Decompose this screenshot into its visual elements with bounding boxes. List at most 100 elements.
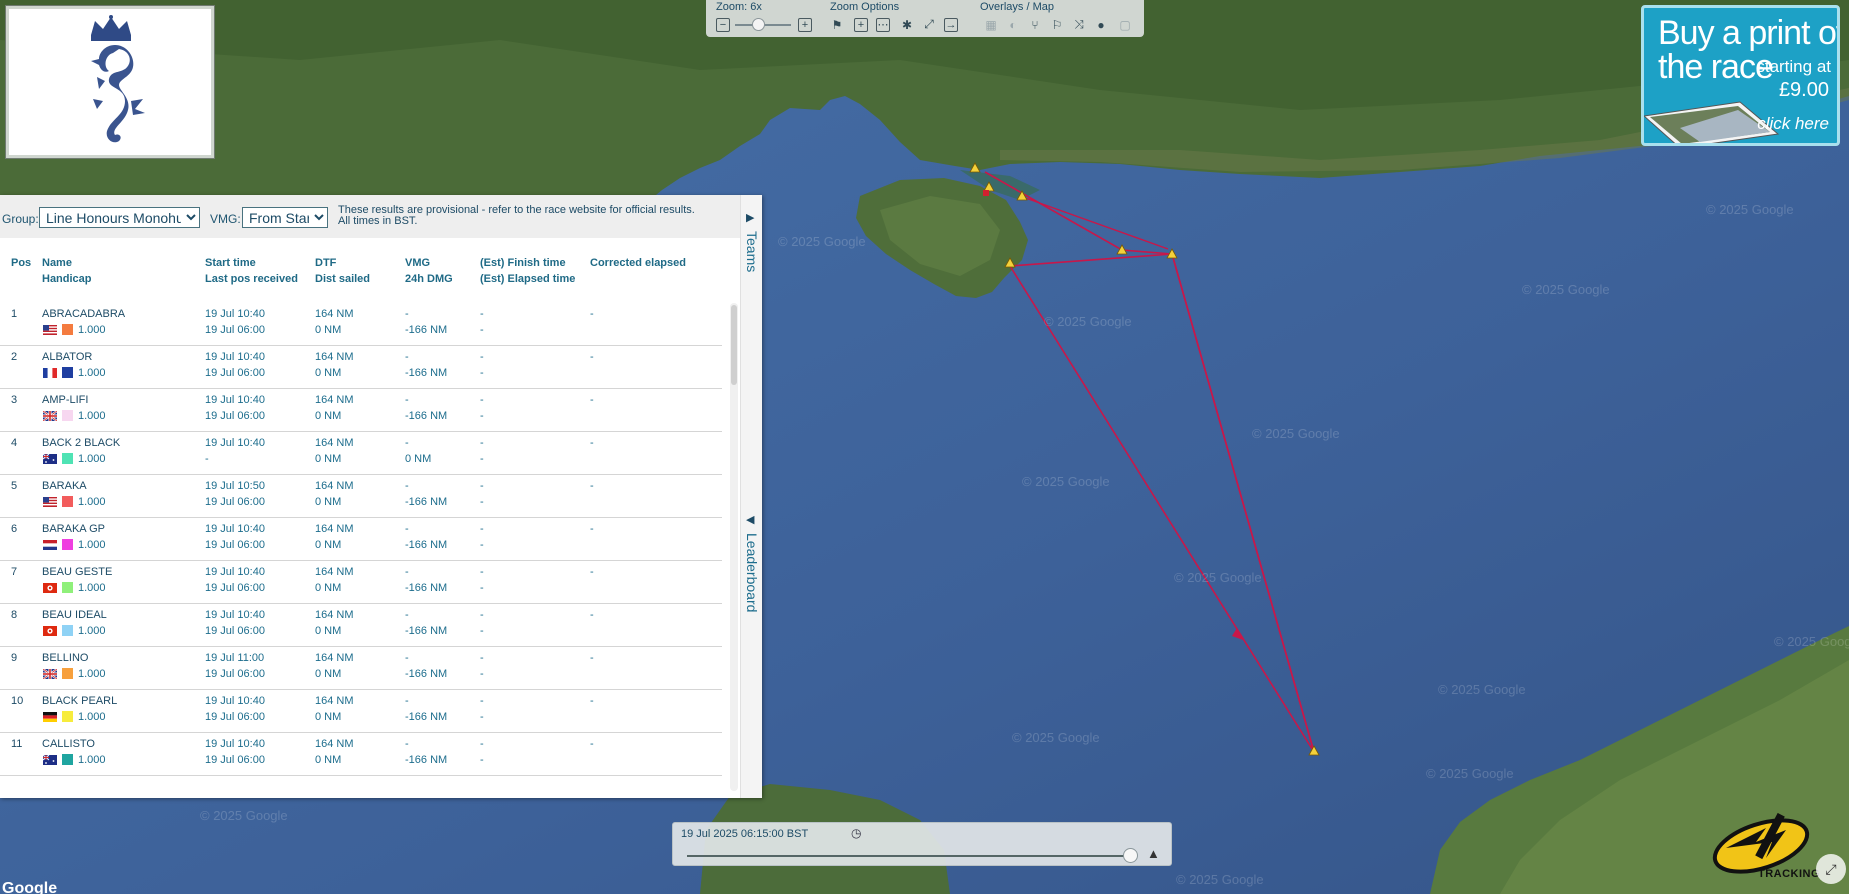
col-24h-dmg[interactable]: 24h DMG xyxy=(405,271,453,287)
ad-click-here[interactable]: click here xyxy=(1757,114,1829,134)
row-vmg: - xyxy=(405,394,409,406)
zoom-out-icon[interactable]: − xyxy=(716,18,730,32)
leaderboard-row[interactable]: 2 ALBATOR 1.000 19 Jul 10:40 19 Jul 06:00 164… xyxy=(0,346,722,389)
col-last-pos[interactable]: Last pos received xyxy=(205,271,298,287)
vmg-select[interactable]: From Start xyxy=(242,207,328,228)
zoom-in-icon[interactable]: + xyxy=(798,18,812,32)
teams-arrow-icon[interactable]: ▶ xyxy=(746,211,754,224)
col-vmg[interactable]: VMG xyxy=(405,255,430,271)
grid-overlay-icon[interactable]: ▦ xyxy=(982,16,1000,33)
zoom-selection-icon[interactable]: ⋯ xyxy=(876,18,890,32)
leaderboard-row[interactable]: 9 BELLINO 1.000 19 Jul 11:00 19 Jul 06:00 164… xyxy=(0,647,722,690)
col-dist-sailed[interactable]: Dist sailed xyxy=(315,271,370,287)
col-start-time[interactable]: Start time xyxy=(205,255,256,271)
map-type-icon[interactable]: ▢ xyxy=(1116,16,1134,33)
col-pos[interactable]: Pos xyxy=(11,255,31,271)
leaderboard-row[interactable]: 1 ABRACADABRA 1.000 19 Jul 10:40 19 Jul 06:0… xyxy=(0,303,722,346)
leaderboard-row[interactable]: 3 AMP-LIFI 1.000 19 Jul 10:40 19 Jul 06:00 16… xyxy=(0,389,722,432)
col-handicap[interactable]: Handicap xyxy=(42,271,92,287)
leaderboard-rows: 1 ABRACADABRA 1.000 19 Jul 10:40 19 Jul 06:0… xyxy=(0,303,722,776)
col-corrected-elapsed[interactable]: Corrected elapsed xyxy=(590,255,686,271)
row-pos: 1 xyxy=(11,308,18,320)
fullscreen-icon[interactable]: ⤢ xyxy=(920,16,938,33)
expand-icon[interactable]: ⤢ xyxy=(1816,854,1846,884)
row-start-time: 19 Jul 10:40 xyxy=(205,566,265,578)
playback-bar: 19 Jul 2025 06:15:00 BST ◷ ▲ xyxy=(672,822,1172,866)
playback-track[interactable] xyxy=(687,855,1135,857)
row-boat-name[interactable]: ALBATOR xyxy=(42,350,92,365)
row-boat-name[interactable]: BELLINO xyxy=(42,651,88,666)
row-dist-sailed: 0 NM xyxy=(315,711,342,723)
tab-leaderboard[interactable]: Leaderboard xyxy=(744,533,760,612)
col-elapsed-time[interactable]: (Est) Elapsed time xyxy=(480,271,575,287)
leaderboard-row[interactable]: 11 CALLISTO 1.000 19 Jul 10:40 19 Jul 06:00 1… xyxy=(0,733,722,776)
row-pos: 2 xyxy=(11,351,18,363)
row-boat-name[interactable]: BARAKA GP xyxy=(42,522,105,537)
buy-print-ad[interactable]: Buy a print of the race starting at £9.0… xyxy=(1641,5,1840,146)
row-corrected-elapsed: - xyxy=(590,566,594,578)
row-boat-name[interactable]: AMP-LIFI xyxy=(42,393,88,408)
leaderboard-arrow-icon[interactable]: ◀ xyxy=(746,513,754,526)
row-start-time: 19 Jul 10:40 xyxy=(205,308,265,320)
shading-overlay-icon[interactable]: ◐ xyxy=(1004,16,1022,33)
leaderboard-row[interactable]: 4 BACK 2 BLACK 1.000 19 Jul 10:40 - 164 NM 0 N… xyxy=(0,432,722,475)
row-start-time: 19 Jul 10:40 xyxy=(205,437,265,449)
row-24h-dmg: -166 NM xyxy=(405,367,448,379)
row-boat-name[interactable]: BEAU GESTE xyxy=(42,565,112,580)
leaderboard-row[interactable]: 8 BEAU IDEAL 1.000 19 Jul 10:40 19 Jul 06:00… xyxy=(0,604,722,647)
row-finish-time: - xyxy=(480,394,484,406)
play-icon[interactable]: ▲ xyxy=(1147,846,1160,861)
boat-color-swatch xyxy=(62,496,73,507)
row-boat-name[interactable]: BEAU IDEAL xyxy=(42,608,107,623)
row-last-pos: 19 Jul 06:00 xyxy=(205,668,265,680)
leaderboard-row[interactable]: 6 BARAKA GP 1.000 19 Jul 10:40 19 Jul 06:00 1… xyxy=(0,518,722,561)
follow-icon[interactable]: → xyxy=(944,18,958,32)
row-boat-name[interactable]: BARAKA xyxy=(42,479,87,494)
start-flag-icon[interactable]: ⚑ xyxy=(828,16,846,33)
row-pos: 10 xyxy=(11,695,24,707)
row-24h-dmg: -166 NM xyxy=(405,582,448,594)
scrollbar-thumb[interactable] xyxy=(731,305,737,385)
shuffle-icon[interactable]: ⤨ xyxy=(1070,16,1088,33)
group-select[interactable]: Line Honours Monohull xyxy=(39,207,200,228)
boat-color-swatch xyxy=(62,754,73,765)
row-boat-name[interactable]: BLACK PEARL xyxy=(42,694,117,709)
row-24h-dmg: -166 NM xyxy=(405,668,448,680)
leaderboard-scrollbar[interactable] xyxy=(730,303,738,791)
row-dtf: 164 NM xyxy=(315,695,354,707)
ad-price: £9.00 xyxy=(1778,79,1829,101)
globe-icon[interactable]: ● xyxy=(1092,16,1110,33)
row-boat-name[interactable]: CALLISTO xyxy=(42,737,95,752)
map-watermark: © 2025 Google xyxy=(200,808,288,823)
fleet-icon[interactable]: ✱ xyxy=(898,16,916,33)
row-corrected-elapsed: - xyxy=(590,695,594,707)
boat-color-swatch xyxy=(62,668,73,679)
row-dtf: 164 NM xyxy=(315,394,354,406)
leaderboard-row[interactable]: 7 BEAU GESTE 1.000 19 Jul 10:40 19 Jul 06:00… xyxy=(0,561,722,604)
course-overlay-icon[interactable]: ⚐ xyxy=(1048,16,1066,33)
zoom-options-label: Zoom Options xyxy=(830,1,900,13)
club-logo[interactable] xyxy=(6,6,214,158)
row-boat-name[interactable]: BACK 2 BLACK xyxy=(42,436,120,451)
country-flag-icon xyxy=(43,583,57,593)
zoom-slider-handle[interactable] xyxy=(752,18,765,31)
row-handicap: 1.000 xyxy=(78,668,106,680)
provisional-note-line2: All times in BST. xyxy=(338,215,418,227)
wind-overlay-icon[interactable]: ⑂ xyxy=(1026,16,1044,33)
clock-icon[interactable]: ◷ xyxy=(851,826,865,840)
zoom-fit-icon[interactable]: + xyxy=(854,18,868,32)
playback-handle[interactable] xyxy=(1123,848,1138,863)
row-corrected-elapsed: - xyxy=(590,523,594,535)
col-dtf[interactable]: DTF xyxy=(315,255,336,271)
map-watermark: © 2025 Google xyxy=(1022,474,1110,489)
col-finish-time[interactable]: (Est) Finish time xyxy=(480,255,566,271)
leaderboard-row[interactable]: 10 BLACK PEARL 1.000 19 Jul 10:40 19 Jul 06:… xyxy=(0,690,722,733)
row-elapsed-time: - xyxy=(480,367,484,379)
col-name[interactable]: Name xyxy=(42,255,72,271)
tab-teams[interactable]: Teams xyxy=(744,231,760,272)
country-flag-icon xyxy=(43,497,57,507)
map-watermark: © 2025 Google xyxy=(1438,682,1526,697)
row-boat-name[interactable]: ABRACADABRA xyxy=(42,307,125,322)
leaderboard-row[interactable]: 5 BARAKA 1.000 19 Jul 10:50 19 Jul 06:00 164 … xyxy=(0,475,722,518)
map-watermark: © 2025 Google xyxy=(1522,282,1610,297)
